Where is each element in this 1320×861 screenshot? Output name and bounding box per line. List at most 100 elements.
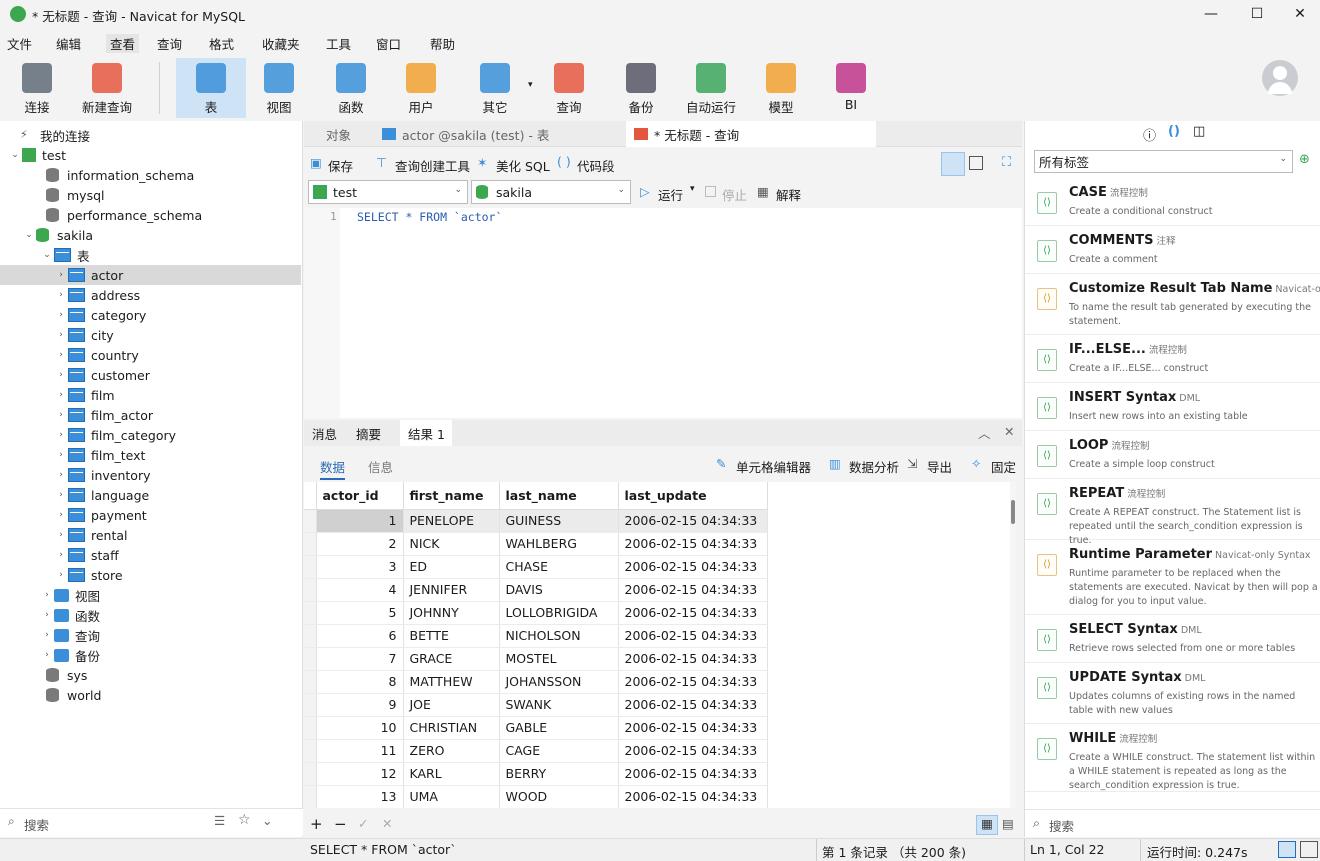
add-record-button[interactable]: + [310,815,323,833]
dropdown-arrow-icon[interactable]: ▾ [528,80,533,90]
tree-expander-icon[interactable]: › [54,470,68,480]
table-cell[interactable]: 1 [316,509,404,533]
run-button[interactable]: 运行 [658,185,683,204]
snippet-item[interactable]: ⟨⟩ SELECT Syntax DML Retrieve rows selected… [1025,615,1320,663]
snippet-item[interactable]: ⟨⟩ COMMENTS 注释 Create a comment [1025,226,1320,274]
tree-table[interactable]: › customer [0,365,301,385]
table-row[interactable]: 10 CHRISTIAN GABLE 2006-02-15 04:34:33 [304,716,768,740]
table-cell[interactable]: PENELOPE [403,509,500,533]
menu-3[interactable]: 查询 [157,34,182,53]
snippet-tag-select[interactable]: 所有标签 ⌄ [1034,150,1293,173]
table-cell[interactable]: 13 [316,785,404,808]
menu-5[interactable]: 收藏夹 [262,34,300,53]
table-row[interactable]: 4 JENNIFER DAVIS 2006-02-15 04:34:33 [304,578,768,602]
tree-expander-icon[interactable]: › [40,650,54,660]
tree-expander-icon[interactable]: › [40,610,54,620]
table-cell[interactable]: JOHANSSON [499,670,619,694]
explain-button[interactable]: 解释 [776,185,801,204]
close-button[interactable]: ✕ [1280,0,1320,28]
table-cell[interactable]: 2006-02-15 04:34:33 [618,647,768,671]
run-dropdown-icon[interactable]: ▾ [690,184,695,194]
table-cell[interactable]: 4 [316,578,404,602]
tree-table[interactable]: › actor [0,265,301,285]
export-button[interactable]: 导出 [927,457,952,476]
table-row[interactable]: 2 NICK WAHLBERG 2006-02-15 04:34:33 [304,532,768,556]
ribbon-button-tools[interactable]: 其它 [462,58,528,118]
grid-view-icon[interactable]: ▦ [976,815,998,835]
snippet-item[interactable]: ⟨⟩ WHILE 流程控制 Create a WHILE construct. The… [1025,724,1320,792]
snippet-search-input[interactable]: 搜索 [1049,816,1074,835]
database-select[interactable]: sakila ⌄ [471,180,631,204]
row-selector[interactable] [304,670,317,694]
row-selector[interactable] [304,555,317,579]
table-cell[interactable]: WAHLBERG [499,532,619,556]
tree-database[interactable]: information_schema [0,165,301,185]
star-icon[interactable]: ☆ [238,812,251,828]
table-row[interactable]: 1 PENELOPE GUINESS 2006-02-15 04:34:33 [304,509,768,533]
panel-layout-icon[interactable]: ◫ [1193,124,1205,139]
add-snippet-icon[interactable]: ⊕ [1299,152,1310,167]
tab-0[interactable]: 对象 [304,121,374,147]
table-cell[interactable]: CAGE [499,739,619,763]
table-row[interactable]: 11 ZERO CAGE 2006-02-15 04:34:33 [304,739,768,763]
tree-table[interactable]: › inventory [0,465,301,485]
snippet-item[interactable]: ⟨⟩ LOOP 流程控制 Create a simple loop construct [1025,431,1320,479]
ribbon-button-query[interactable]: 查询 [536,58,602,118]
table-row[interactable]: 12 KARL BERRY 2006-02-15 04:34:33 [304,762,768,786]
column-header[interactable]: last_update [618,482,768,510]
tree-table[interactable]: › language [0,485,301,505]
tree-table[interactable]: › store [0,565,301,585]
row-selector[interactable] [304,624,317,648]
tree-table[interactable]: › rental [0,525,301,545]
table-cell[interactable]: MOSTEL [499,647,619,671]
table-cell[interactable]: CHRISTIAN [403,716,500,740]
menu-2[interactable]: 查看 [106,34,140,53]
tree-table[interactable]: › staff [0,545,301,565]
result-tab-0[interactable]: 消息 [304,420,348,446]
stop-button[interactable]: 停止 [722,185,747,204]
table-cell[interactable]: WOOD [499,785,619,808]
ribbon-button-user[interactable]: 用户 [388,58,454,118]
table-cell[interactable]: ZERO [403,739,500,763]
tree-expander-icon[interactable]: › [54,330,68,340]
ribbon-button-new-query[interactable]: 新建查询 [74,58,140,118]
panel-left-toggle-icon[interactable] [1278,841,1296,858]
tree-table[interactable]: › country [0,345,301,365]
table-cell[interactable]: UMA [403,785,500,808]
row-selector[interactable] [304,532,317,556]
tree-expander-icon[interactable]: › [54,370,68,380]
menu-7[interactable]: 窗口 [376,34,401,53]
snippet-item[interactable]: ⟨⟩ UPDATE Syntax DML Updates columns of exi… [1025,663,1320,724]
navigation-search-input[interactable]: 搜索 [24,815,49,834]
tree-expander-icon[interactable]: › [54,310,68,320]
tree-expander-icon[interactable]: › [54,270,68,280]
delete-record-button[interactable]: − [334,815,347,833]
tree-database[interactable]: sys [0,665,301,685]
tree-expander-icon[interactable]: › [54,410,68,420]
tree-expander-icon[interactable]: ⌄ [22,230,36,240]
collapse-panel-icon[interactable]: ︿ [978,423,991,442]
table-cell[interactable]: 2006-02-15 04:34:33 [618,578,768,602]
row-selector[interactable] [304,693,317,717]
grid-scrollbar[interactable] [1010,482,1016,808]
table-cell[interactable]: GRACE [403,647,500,671]
table-cell[interactable]: 2006-02-15 04:34:33 [618,601,768,625]
table-cell[interactable]: 7 [316,647,404,671]
save-button[interactable]: 保存 [328,156,353,175]
ribbon-button-model[interactable]: 模型 [748,58,814,118]
snippet-item[interactable]: ⟨⟩ Customize Result Tab NameNavicat-only T… [1025,274,1320,335]
table-cell[interactable]: 2006-02-15 04:34:33 [618,532,768,556]
layout-split-horizontal-icon[interactable] [941,152,965,176]
column-header[interactable]: last_name [499,482,619,510]
tree-expander-icon[interactable]: › [40,630,54,640]
tree-expander-icon[interactable]: › [54,490,68,500]
tree-expander-icon[interactable]: › [54,390,68,400]
maximize-button[interactable]: ☐ [1234,0,1280,28]
query-builder-button[interactable]: 查询创建工具 [395,156,470,175]
menu-1[interactable]: 编辑 [56,34,81,53]
tree-expander-icon[interactable]: › [54,430,68,440]
tree-folder-tables[interactable]: ⌄ 表 [0,245,301,265]
table-row[interactable]: 7 GRACE MOSTEL 2006-02-15 04:34:33 [304,647,768,671]
column-header[interactable]: first_name [403,482,500,510]
tree-expander-icon[interactable]: › [54,510,68,520]
